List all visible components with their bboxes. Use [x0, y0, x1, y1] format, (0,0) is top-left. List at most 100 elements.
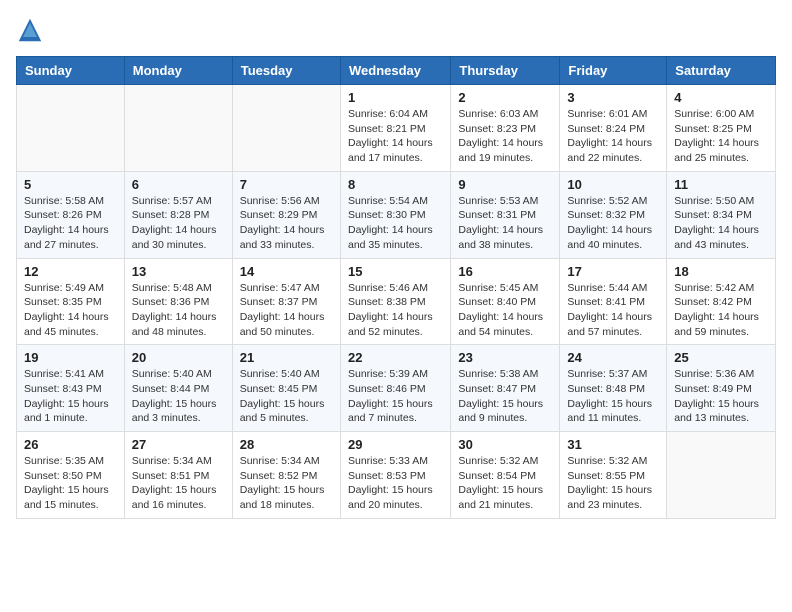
calendar-cell: 8Sunrise: 5:54 AMSunset: 8:30 PMDaylight…: [340, 171, 450, 258]
day-number: 9: [458, 177, 552, 192]
day-number: 16: [458, 264, 552, 279]
day-info: Sunrise: 5:32 AMSunset: 8:54 PMDaylight:…: [458, 454, 552, 513]
calendar-cell: 2 Sunrise: 6:03 AMSunset: 8:23 PMDaylight…: [451, 85, 560, 172]
day-info: Sunrise: 5:36 AMSunset: 8:49 PMDaylight:…: [674, 367, 768, 426]
calendar-cell: 19 Sunrise: 5:41 AMSunset: 8:43 PMDayligh…: [17, 345, 125, 432]
day-number: 27: [132, 437, 225, 452]
day-info: Sunrise: 5:57 AMSunset: 8:28 PMDaylight:…: [132, 194, 225, 253]
day-info: Sunrise: 5:39 AMSunset: 8:46 PMDaylight:…: [348, 367, 443, 426]
day-info: Sunrise: 5:49 AMSunset: 8:35 PMDaylight:…: [24, 281, 117, 340]
weekday-header-sunday: Sunday: [17, 57, 125, 85]
calendar-cell: 15Sunrise: 5:46 AMSunset: 8:38 PMDayligh…: [340, 258, 450, 345]
day-number: 30: [458, 437, 552, 452]
day-info: Sunrise: 5:47 AMSunset: 8:37 PMDaylight:…: [240, 281, 333, 340]
day-number: 5: [24, 177, 117, 192]
calendar-cell: 13 Sunrise: 5:48 AMSunset: 8:36 PMDayligh…: [124, 258, 232, 345]
day-info: Sunrise: 5:46 AMSunset: 8:38 PMDaylight:…: [348, 281, 443, 340]
day-number: 1: [348, 90, 443, 105]
calendar-cell: 7 Sunrise: 5:56 AMSunset: 8:29 PMDaylight…: [232, 171, 340, 258]
calendar-cell: 17 Sunrise: 5:44 AMSunset: 8:41 PMDayligh…: [560, 258, 667, 345]
calendar-week-row: 19 Sunrise: 5:41 AMSunset: 8:43 PMDayligh…: [17, 345, 776, 432]
day-info: Sunrise: 6:00 AMSunset: 8:25 PMDaylight:…: [674, 107, 768, 166]
day-info: Sunrise: 5:45 AMSunset: 8:40 PMDaylight:…: [458, 281, 552, 340]
day-number: 19: [24, 350, 117, 365]
weekday-header-monday: Monday: [124, 57, 232, 85]
day-info: Sunrise: 5:58 AMSunset: 8:26 PMDaylight:…: [24, 194, 117, 253]
calendar-cell: [232, 85, 340, 172]
day-number: 11: [674, 177, 768, 192]
calendar-cell: 29 Sunrise: 5:33 AMSunset: 8:53 PMDayligh…: [340, 432, 450, 519]
day-info: Sunrise: 5:40 AMSunset: 8:45 PMDaylight:…: [240, 367, 333, 426]
day-info: Sunrise: 6:01 AMSunset: 8:24 PMDaylight:…: [567, 107, 659, 166]
day-info: Sunrise: 5:33 AMSunset: 8:53 PMDaylight:…: [348, 454, 443, 513]
day-number: 20: [132, 350, 225, 365]
calendar-cell: [17, 85, 125, 172]
calendar-cell: 11Sunrise: 5:50 AMSunset: 8:34 PMDayligh…: [667, 171, 776, 258]
calendar-week-row: 12 Sunrise: 5:49 AMSunset: 8:35 PMDayligh…: [17, 258, 776, 345]
calendar-cell: 9 Sunrise: 5:53 AMSunset: 8:31 PMDaylight…: [451, 171, 560, 258]
calendar-cell: 10 Sunrise: 5:52 AMSunset: 8:32 PMDayligh…: [560, 171, 667, 258]
day-number: 29: [348, 437, 443, 452]
calendar-table: SundayMondayTuesdayWednesdayThursdayFrid…: [16, 56, 776, 519]
day-number: 12: [24, 264, 117, 279]
day-number: 4: [674, 90, 768, 105]
calendar-cell: 4 Sunrise: 6:00 AMSunset: 8:25 PMDaylight…: [667, 85, 776, 172]
calendar-cell: 6 Sunrise: 5:57 AMSunset: 8:28 PMDaylight…: [124, 171, 232, 258]
day-info: Sunrise: 5:40 AMSunset: 8:44 PMDaylight:…: [132, 367, 225, 426]
calendar-cell: 1 Sunrise: 6:04 AMSunset: 8:21 PMDaylight…: [340, 85, 450, 172]
calendar-cell: 27 Sunrise: 5:34 AMSunset: 8:51 PMDayligh…: [124, 432, 232, 519]
calendar-cell: [667, 432, 776, 519]
day-number: 6: [132, 177, 225, 192]
day-number: 10: [567, 177, 659, 192]
logo-icon: [16, 16, 44, 44]
day-info: Sunrise: 5:34 AMSunset: 8:51 PMDaylight:…: [132, 454, 225, 513]
day-info: Sunrise: 5:54 AMSunset: 8:30 PMDaylight:…: [348, 194, 443, 253]
calendar-cell: 26 Sunrise: 5:35 AMSunset: 8:50 PMDayligh…: [17, 432, 125, 519]
day-info: Sunrise: 5:44 AMSunset: 8:41 PMDaylight:…: [567, 281, 659, 340]
day-info: Sunrise: 5:41 AMSunset: 8:43 PMDaylight:…: [24, 367, 117, 426]
day-info: Sunrise: 5:52 AMSunset: 8:32 PMDaylight:…: [567, 194, 659, 253]
day-info: Sunrise: 5:37 AMSunset: 8:48 PMDaylight:…: [567, 367, 659, 426]
day-info: Sunrise: 5:48 AMSunset: 8:36 PMDaylight:…: [132, 281, 225, 340]
day-number: 22: [348, 350, 443, 365]
day-number: 24: [567, 350, 659, 365]
calendar-header: SundayMondayTuesdayWednesdayThursdayFrid…: [17, 57, 776, 85]
day-number: 2: [458, 90, 552, 105]
weekday-header-thursday: Thursday: [451, 57, 560, 85]
calendar-cell: 30 Sunrise: 5:32 AMSunset: 8:54 PMDayligh…: [451, 432, 560, 519]
day-info: Sunrise: 5:53 AMSunset: 8:31 PMDaylight:…: [458, 194, 552, 253]
day-info: Sunrise: 5:56 AMSunset: 8:29 PMDaylight:…: [240, 194, 333, 253]
day-number: 17: [567, 264, 659, 279]
calendar-cell: 23Sunrise: 5:38 AMSunset: 8:47 PMDayligh…: [451, 345, 560, 432]
day-info: Sunrise: 5:38 AMSunset: 8:47 PMDaylight:…: [458, 367, 552, 426]
day-number: 18: [674, 264, 768, 279]
day-number: 31: [567, 437, 659, 452]
weekday-header-row: SundayMondayTuesdayWednesdayThursdayFrid…: [17, 57, 776, 85]
calendar-cell: 28Sunrise: 5:34 AMSunset: 8:52 PMDayligh…: [232, 432, 340, 519]
day-number: 26: [24, 437, 117, 452]
day-number: 28: [240, 437, 333, 452]
calendar-cell: 5 Sunrise: 5:58 AMSunset: 8:26 PMDaylight…: [17, 171, 125, 258]
day-number: 14: [240, 264, 333, 279]
day-info: Sunrise: 6:03 AMSunset: 8:23 PMDaylight:…: [458, 107, 552, 166]
calendar-week-row: 5 Sunrise: 5:58 AMSunset: 8:26 PMDaylight…: [17, 171, 776, 258]
calendar-week-row: 1 Sunrise: 6:04 AMSunset: 8:21 PMDaylight…: [17, 85, 776, 172]
day-info: Sunrise: 5:32 AMSunset: 8:55 PMDaylight:…: [567, 454, 659, 513]
day-number: 3: [567, 90, 659, 105]
day-info: Sunrise: 5:42 AMSunset: 8:42 PMDaylight:…: [674, 281, 768, 340]
calendar-cell: 3 Sunrise: 6:01 AMSunset: 8:24 PMDaylight…: [560, 85, 667, 172]
day-number: 7: [240, 177, 333, 192]
calendar-cell: 14 Sunrise: 5:47 AMSunset: 8:37 PMDayligh…: [232, 258, 340, 345]
day-number: 25: [674, 350, 768, 365]
weekday-header-saturday: Saturday: [667, 57, 776, 85]
weekday-header-wednesday: Wednesday: [340, 57, 450, 85]
logo: [16, 16, 48, 44]
calendar-cell: 31 Sunrise: 5:32 AMSunset: 8:55 PMDayligh…: [560, 432, 667, 519]
calendar-cell: 21Sunrise: 5:40 AMSunset: 8:45 PMDayligh…: [232, 345, 340, 432]
day-info: Sunrise: 5:35 AMSunset: 8:50 PMDaylight:…: [24, 454, 117, 513]
day-info: Sunrise: 6:04 AMSunset: 8:21 PMDaylight:…: [348, 107, 443, 166]
calendar-body: 1 Sunrise: 6:04 AMSunset: 8:21 PMDaylight…: [17, 85, 776, 519]
calendar-cell: 20 Sunrise: 5:40 AMSunset: 8:44 PMDayligh…: [124, 345, 232, 432]
day-number: 13: [132, 264, 225, 279]
calendar-cell: 22 Sunrise: 5:39 AMSunset: 8:46 PMDayligh…: [340, 345, 450, 432]
